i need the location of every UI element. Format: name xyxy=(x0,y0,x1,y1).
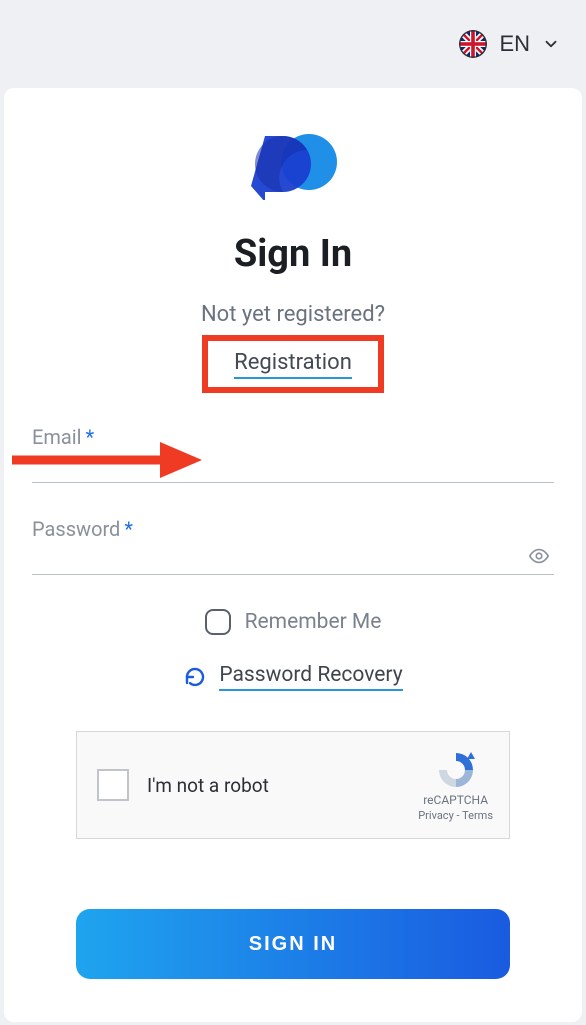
registration-link[interactable]: Registration xyxy=(234,350,352,379)
password-field[interactable] xyxy=(32,541,554,575)
top-bar: EN xyxy=(0,0,586,88)
email-field-wrap: Email* xyxy=(32,425,554,483)
recaptcha-brand-name: reCAPTCHA xyxy=(423,793,488,807)
subtitle: Not yet registered? xyxy=(4,302,582,327)
recaptcha-privacy-terms: Privacy - Terms xyxy=(418,809,493,822)
registration-highlight-box: Registration xyxy=(202,335,384,393)
language-selector[interactable]: EN xyxy=(459,30,560,58)
signin-button[interactable]: SIGN IN xyxy=(76,909,510,979)
chevron-down-icon xyxy=(542,35,560,53)
remember-label: Remember Me xyxy=(245,610,382,634)
logo-wrap xyxy=(4,130,582,200)
recaptcha-privacy-link[interactable]: Privacy xyxy=(418,809,454,822)
recaptcha-brand-block: reCAPTCHA Privacy - Terms xyxy=(418,749,493,822)
refresh-icon xyxy=(183,665,207,689)
required-star: * xyxy=(124,517,133,541)
email-label: Email* xyxy=(32,425,94,449)
recaptcha-terms-link[interactable]: Terms xyxy=(462,809,493,822)
recaptcha-label: I'm not a robot xyxy=(147,774,418,797)
remember-checkbox[interactable] xyxy=(205,609,231,635)
recaptcha-logo-icon xyxy=(435,749,477,791)
password-recovery-link[interactable]: Password Recovery xyxy=(219,663,402,691)
password-field-wrap: Password* xyxy=(32,517,554,575)
eye-icon[interactable] xyxy=(528,545,550,567)
uk-flag-icon xyxy=(459,30,487,58)
signin-card: Sign In Not yet registered? Registration… xyxy=(4,88,582,1022)
required-star: * xyxy=(86,425,95,449)
page-title: Sign In xyxy=(4,232,582,276)
language-label: EN xyxy=(499,31,530,57)
password-label: Password* xyxy=(32,517,133,541)
recaptcha-checkbox[interactable] xyxy=(97,769,129,801)
recovery-row: Password Recovery xyxy=(4,663,582,691)
recaptcha-widget: I'm not a robot reCAPTCHA Privacy - Term… xyxy=(76,731,510,839)
app-logo-icon xyxy=(247,130,339,200)
email-field[interactable] xyxy=(32,449,554,483)
remember-row: Remember Me xyxy=(4,609,582,635)
